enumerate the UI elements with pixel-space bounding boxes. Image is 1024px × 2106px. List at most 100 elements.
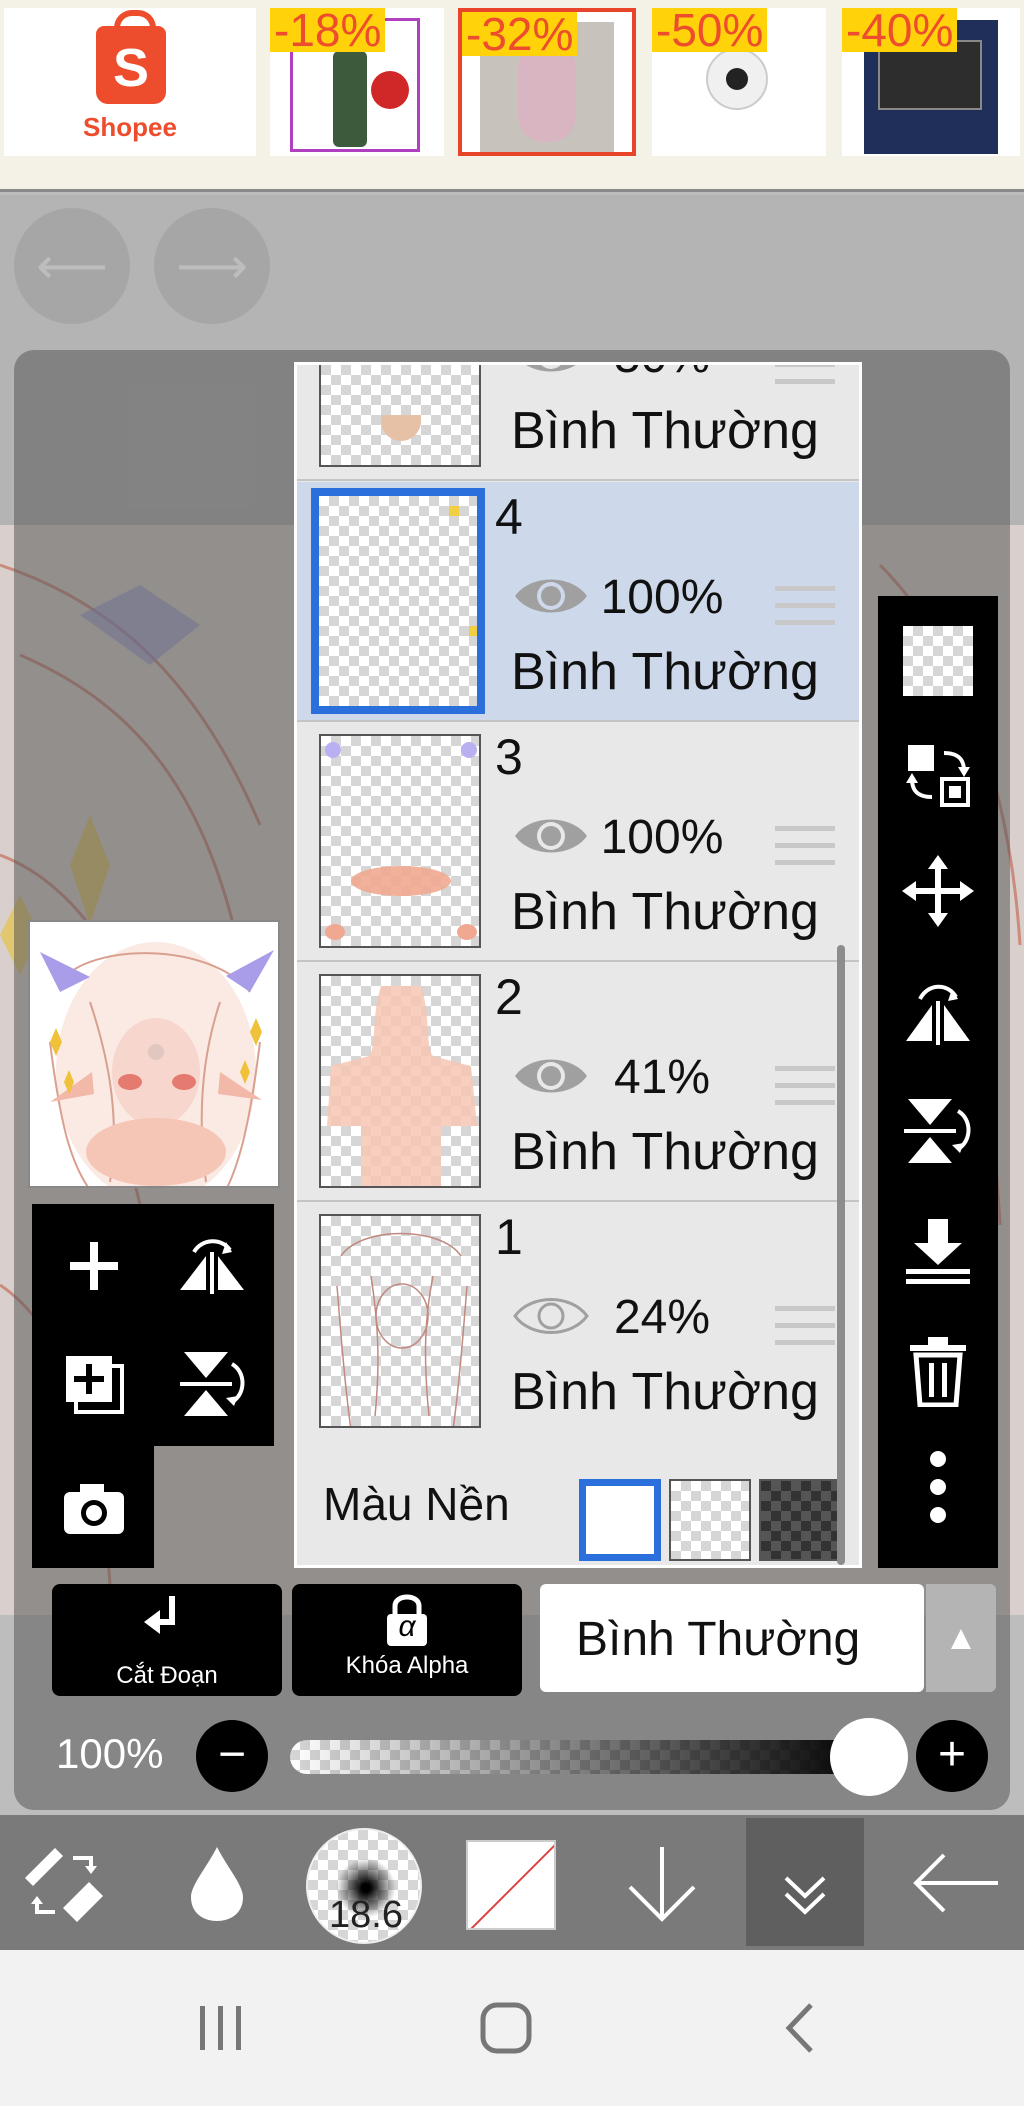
preview-artwork [30,922,278,1186]
ad-product-1[interactable]: -18% [270,8,444,156]
layer-panel-scrollbar[interactable] [837,945,845,1565]
layer-opacity: 100% [600,811,724,864]
layer-blend-mode: Bình Thường [511,1363,819,1421]
drag-handle-icon[interactable] [775,365,835,396]
redo-button[interactable]: ⟶ [154,208,270,324]
arrow-left-icon [913,1853,998,1912]
layer-number: 4 [495,489,523,545]
layer-thumbnail [319,734,481,948]
undo-button[interactable]: ⟵ [14,208,130,324]
canvas-preview[interactable] [28,920,280,1188]
more-vertical-icon [930,1451,946,1523]
opacity-decrease-button[interactable]: − [196,1720,268,1792]
flip-horizontal-icon [180,1239,244,1294]
merge-down-button[interactable] [878,1196,998,1306]
flip-vertical-button[interactable] [154,1326,270,1442]
alpha-symbol: α [398,1610,416,1643]
back-arrow-button[interactable] [900,1815,1010,1950]
merge-down-icon [906,1219,970,1284]
layer-number: 1 [495,1209,523,1265]
drag-handle-icon[interactable] [775,586,835,637]
visibility-eye-icon[interactable] [511,1290,591,1342]
move-button[interactable] [878,836,998,946]
duplicate-layer-button[interactable] [36,1326,152,1442]
opacity-value: 100% [56,1730,164,1777]
opacity-increase-button[interactable]: + [916,1720,988,1792]
ad-product-4[interactable]: -40% [842,8,1020,156]
brush-size-value: 18.6 [329,1894,403,1936]
current-color-swatch[interactable] [466,1840,556,1930]
background-white-option[interactable] [579,1479,661,1561]
ad-product-2[interactable]: -32% [458,8,636,156]
blend-mode-value: Bình Thường [576,1613,861,1666]
scroll-down-button[interactable] [612,1815,712,1950]
layer-row-4[interactable]: 4 100% Bình Thường [297,482,859,722]
flip-vertical-icon [904,1099,971,1163]
clipping-button[interactable]: Cắt Đoạn [52,1584,282,1696]
arrow-down-icon [628,1846,696,1922]
lock-icon: α [292,1592,522,1648]
camera-icon [64,1484,124,1534]
shopee-bag-icon: S [96,10,166,104]
opacity-slider-track[interactable] [290,1740,870,1774]
blend-mode-select[interactable]: Bình Thường [540,1584,924,1692]
layer-blend-mode: Bình Thường [511,1123,819,1181]
system-back-button[interactable] [760,1950,840,2106]
drag-handle-icon[interactable] [775,1306,835,1357]
more-options-button[interactable] [878,1432,998,1542]
blend-mode-dropdown-button[interactable]: ▲ [926,1584,996,1692]
visibility-eye-icon[interactable] [511,362,591,381]
layer-thumbnail [319,365,481,467]
discount-badge: -40% [842,8,958,53]
layer-panel-toggle[interactable] [746,1818,864,1946]
background-color-row: Màu Nền [297,1439,859,1565]
transparency-button[interactable] [878,606,998,716]
clip-arrow-icon [52,1592,282,1658]
layer-panel: 50% Bình Thường 4 100% Bình Thường 3 100… [294,362,862,1568]
shopee-brand-text: Shopee [83,112,177,142]
brush-size-button[interactable]: 18.6 [306,1828,422,1944]
swap-layer-button[interactable] [878,720,998,830]
chevron-left-icon [785,2003,813,2053]
layer-blend-mode: Bình Thường [511,643,819,701]
drag-handle-icon[interactable] [775,1066,835,1117]
layer-number: 2 [495,969,523,1025]
layer-blend-mode: Bình Thường [511,402,819,460]
color-dropper-button[interactable] [170,1815,264,1950]
home-button[interactable] [466,1950,546,2106]
delete-layer-button[interactable] [878,1316,998,1426]
layer-thumbnail [311,488,485,714]
add-layer-button[interactable] [36,1208,152,1324]
shopee-logo-card[interactable]: S Shopee [4,8,256,156]
layer-row-1[interactable]: 1 24% Bình Thường [297,1202,859,1442]
layer-row-2[interactable]: 2 41% Bình Thường [297,962,859,1202]
layer-row-3[interactable]: 3 100% Bình Thường [297,722,859,962]
visibility-eye-icon[interactable] [511,570,591,622]
camera-button[interactable] [36,1450,152,1566]
plus-icon: + [937,1728,967,1781]
brush-eraser-toggle[interactable] [14,1815,114,1950]
layer-row-5[interactable]: 50% Bình Thường [297,362,859,481]
background-dark-option[interactable] [759,1479,841,1561]
home-icon [480,2002,532,2054]
recent-apps-button[interactable] [180,1950,260,2106]
recent-apps-icon [200,2006,241,2050]
visibility-eye-icon[interactable] [511,810,591,862]
opacity-slider-thumb[interactable] [830,1718,908,1796]
drag-handle-icon[interactable] [775,826,835,877]
visibility-eye-icon[interactable] [511,1050,591,1102]
alpha-lock-button[interactable]: α Khóa Alpha [292,1584,522,1696]
layer-thumbnail [319,1214,481,1428]
ad-banner[interactable]: S Shopee -18% -32% -50% -40% [0,0,1024,192]
layer-blend-mode: Bình Thường [511,883,819,941]
copy-layer-icon [66,1356,124,1414]
flip-vertical-tool[interactable] [878,1076,998,1186]
discount-badge: -50% [652,8,768,53]
ad-product-3[interactable]: -50% [652,8,826,156]
flip-horizontal-tool[interactable] [878,956,998,1066]
layer-number: 3 [495,729,523,785]
right-tool-panel [878,596,998,1568]
flip-horizontal-button[interactable] [154,1208,270,1324]
background-transparent-option[interactable] [669,1479,751,1561]
droplet-icon [191,1846,243,1921]
